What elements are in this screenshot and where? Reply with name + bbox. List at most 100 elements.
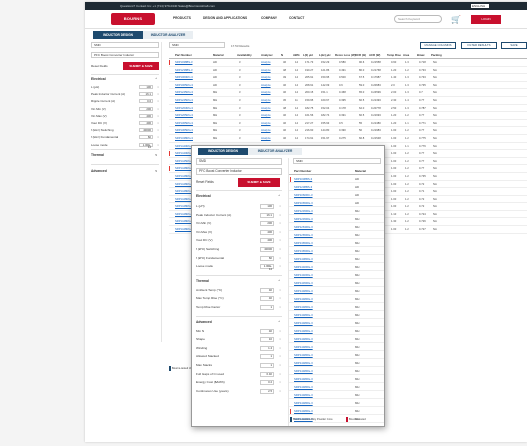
part-number-link[interactable]: SRP1448RG-3 <box>294 359 313 367</box>
part-number-link[interactable]: SRP1448RG-3 <box>294 367 313 375</box>
field-value-input[interactable]: 60 <box>139 135 153 140</box>
col-header[interactable]: ACR (W) <box>369 52 380 59</box>
analyze-link[interactable]: Analyze <box>261 74 271 81</box>
part-number-link[interactable]: SRP1448RG-3 <box>294 303 313 311</box>
part-number-link[interactable]: SRP1448RG-3 <box>294 375 313 383</box>
field-value-input[interactable]: 1.4 <box>260 345 274 351</box>
language-select[interactable]: ENGLISH <box>471 4 489 8</box>
part-number-link[interactable]: SRP1238BS-3 <box>175 67 192 74</box>
field-value-input[interactable]: 100 <box>260 204 274 209</box>
analyze-link[interactable]: Analyze <box>261 135 271 142</box>
table-row[interactable]: SRP1440RG-3 MH <box>289 263 384 271</box>
part-number-link[interactable]: SRP1448RG-3 <box>294 407 313 415</box>
field-value-input[interactable]: 40 <box>260 328 274 334</box>
field-value-input[interactable]: 10 <box>260 337 274 343</box>
part-number-link[interactable]: SRP1448RG-3 <box>294 327 313 335</box>
table-row[interactable]: SRP1065RG-3 HD 3 Analyze 46 14 208.91 142.09 0.6… <box>169 82 527 90</box>
table-row[interactable]: SRP1365RG-3 MH 3 Analyze 46 14 216.60 144.80 0.3… <box>169 127 527 135</box>
table-row[interactable]: SRP1448RG-3 MH <box>289 287 384 295</box>
app-select[interactable]: SMD <box>91 42 159 48</box>
col-header[interactable]: L(dc) μH <box>319 52 330 59</box>
nav-design[interactable]: DESIGN AND APPLICATIONS <box>203 16 247 20</box>
table-row[interactable]: SRP1448RG-3 MH <box>289 335 384 343</box>
submit-button[interactable]: SUBMIT & SAVE <box>238 178 280 187</box>
analyze-link[interactable]: Analyze <box>261 97 271 104</box>
clear-icon[interactable]: × <box>279 211 281 220</box>
clear-icon[interactable]: × <box>157 91 159 97</box>
advanced-section[interactable]: Advanced ^ <box>196 319 282 325</box>
field-value-input[interactable]: 400 <box>260 238 274 244</box>
field-value-input[interactable]: 40 <box>260 296 274 302</box>
part-number-link[interactable]: SRP1245RG-3 <box>175 97 193 104</box>
table-row[interactable]: SRP1060RC-3 HD <box>289 191 384 199</box>
circuit-select[interactable]: PFC Boost Converter Inductor <box>91 52 159 58</box>
part-number-link[interactable]: SRP1365RG-3 <box>175 120 193 127</box>
part-number-link[interactable]: SRP1445RG-3 <box>294 279 313 287</box>
field-value-input[interactable]: 40000 <box>139 128 153 133</box>
clear-icon[interactable]: × <box>279 327 281 336</box>
tab-inductor-design[interactable]: INDUCTOR DESIGN <box>198 148 248 155</box>
table-row[interactable]: SRP1245RG-3 MH 3 Analyze 46 14 200.15 151.1 0.46… <box>169 89 527 97</box>
table-row[interactable]: SRP1448RG-3 MH <box>289 367 384 375</box>
clear-icon[interactable]: × <box>157 106 159 112</box>
part-number-link[interactable]: SRP1448RG-3 <box>294 391 313 399</box>
col-header[interactable]: Material <box>213 52 224 59</box>
analyze-link[interactable]: Analyze <box>261 120 271 127</box>
table-row[interactable]: SRP1448RG-3 MH <box>289 311 384 319</box>
table-row[interactable]: SRP1365RG-3 MH <box>289 239 384 247</box>
field-value-input[interactable]: 1 <box>260 354 274 360</box>
part-number-link[interactable]: SRP1065RG-3 <box>175 82 193 89</box>
clear-icon[interactable]: × <box>279 254 281 263</box>
clear-icon[interactable]: × <box>279 294 281 303</box>
part-number-link[interactable]: SRP1060RC-3 <box>294 191 313 199</box>
app-select[interactable]: SMD <box>196 158 282 165</box>
field-value-input[interactable]: 400 <box>139 113 153 118</box>
part-number-link[interactable]: SRP1448RG-3 <box>294 343 313 351</box>
part-number-link[interactable]: SRP1440RG-3 <box>294 263 313 271</box>
clear-icon[interactable]: × <box>279 303 281 312</box>
clear-icon[interactable]: × <box>157 113 159 119</box>
table-row[interactable]: SRP1263RG-3 MH 3 Analyze 48 14 182.75 152.04 0.1… <box>169 105 527 113</box>
field-value-input[interactable]: 40000 <box>260 247 274 252</box>
clear-icon[interactable]: × <box>279 370 281 379</box>
part-number-link[interactable]: SRP1365RG-3 <box>294 247 313 255</box>
table-row[interactable]: SRP1448RG-3 MH <box>289 383 384 391</box>
clear-icon[interactable]: × <box>157 120 159 126</box>
table-row[interactable]: SRP1448RG-3 MH <box>289 327 384 335</box>
reset-fields-link[interactable]: Reset Fields <box>196 179 220 185</box>
table-row[interactable]: SRP1245RG-3 MH <box>289 207 384 215</box>
part-number-link[interactable]: SRP1448RG-3 <box>294 351 313 359</box>
table-row[interactable]: SRP1245RG-3 MH <box>289 215 384 223</box>
part-number-link[interactable]: SRP1448RG-3 <box>294 295 313 303</box>
table-row[interactable]: SRP1448RG-3 MH <box>289 375 384 383</box>
table-row[interactable]: SRP1238BS-3 HD 3 Analyze 48 14 190.27 121.86 0.4… <box>169 67 527 75</box>
part-number-link[interactable]: SRP1245RG-3 <box>294 215 313 223</box>
clear-icon[interactable]: × <box>279 286 281 295</box>
part-number-link[interactable]: SRP1365RG-3 <box>175 127 193 134</box>
table-row[interactable]: SRP1238BS-3 HD <box>289 183 384 191</box>
table-row[interactable]: SRP1438RG-3 MH <box>289 255 384 263</box>
analyze-link[interactable]: Analyze <box>261 59 271 66</box>
table-row[interactable]: SRP1438RG-3 MH 3 Analyze 46 14 174.91 151.97 0.2… <box>169 135 527 143</box>
part-number-link[interactable]: SRP1448RG-3 <box>294 383 313 391</box>
part-number-link[interactable]: SRP1448RG-3 <box>294 319 313 327</box>
part-number-link[interactable]: SRP1263RG-3 <box>175 105 193 112</box>
table-row[interactable]: SRP1263RG-3 MH <box>289 223 384 231</box>
table-row[interactable]: SRP1245RG-3 MH 3 Analyze 45 11 159.95 160.67 0.3… <box>169 97 527 105</box>
part-number-link[interactable]: SRP1448RG-3 <box>294 287 313 295</box>
clear-icon[interactable]: × <box>279 335 281 344</box>
nav-company[interactable]: COMPANY <box>261 16 277 20</box>
part-number-link[interactable]: SRP1060RC-3 <box>175 74 193 81</box>
table-row[interactable]: SRP1060RC-3 HD 3 Analyze 49 14 205.91 150.95 0.5… <box>169 74 527 82</box>
col-header[interactable]: Bmax <box>417 52 425 59</box>
cart-icon[interactable]: 🛒 <box>451 15 461 24</box>
analyze-link[interactable]: Analyze <box>261 67 271 74</box>
col-header[interactable]: Analyzer <box>261 52 273 59</box>
table-row[interactable]: SRP1448RG-3 MH <box>289 391 384 399</box>
table-row[interactable]: SRP1265RG-3 MH <box>289 231 384 239</box>
tab-inductor-design[interactable]: INDUCTOR DESIGN <box>93 31 143 39</box>
part-number-link[interactable]: SRP1245RG-3 <box>175 89 193 96</box>
field-value-input[interactable]: 0.2 <box>260 380 274 386</box>
nav-contact[interactable]: CONTACT <box>289 16 304 20</box>
clear-icon[interactable]: × <box>279 352 281 361</box>
